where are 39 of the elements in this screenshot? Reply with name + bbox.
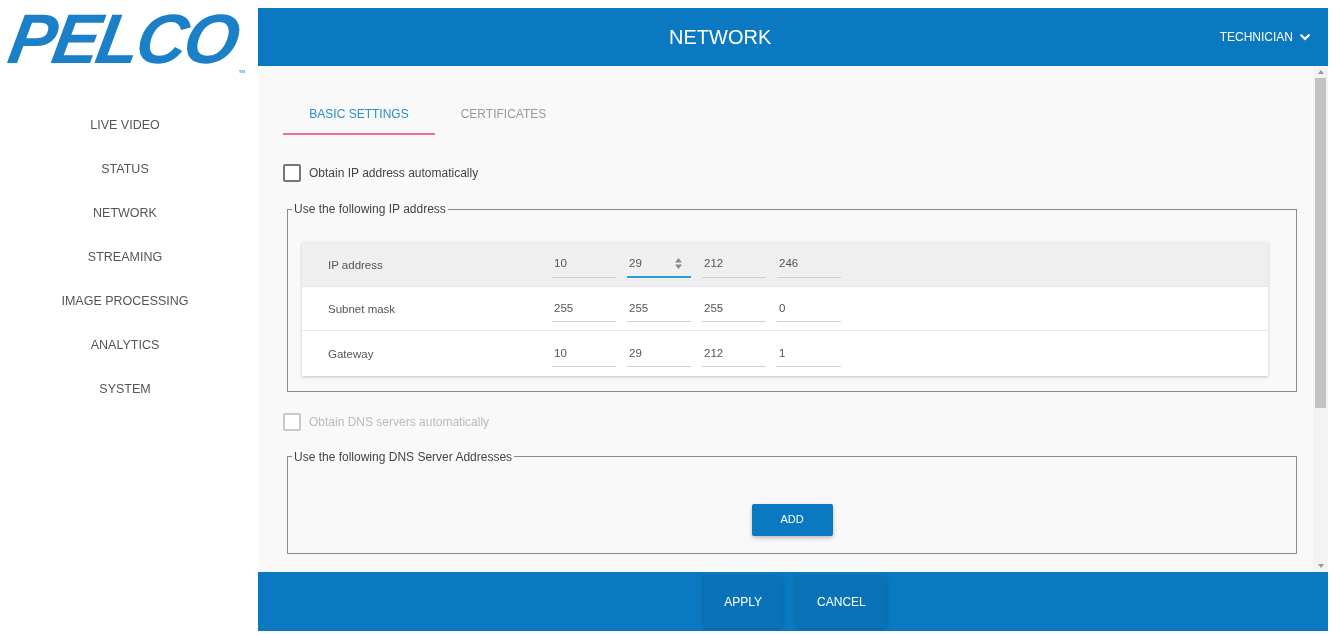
checkbox-label: Obtain IP address automatically <box>309 165 479 182</box>
scroll-down-icon[interactable] <box>1317 564 1324 568</box>
row-label: Subnet mask <box>328 303 396 316</box>
footer-button[interactable]: APPLY <box>704 575 783 628</box>
octet-field[interactable]: 10 <box>552 249 616 278</box>
group-legend: Use the following IP address <box>292 202 448 216</box>
octet-field[interactable]: 212 <box>702 249 766 278</box>
add-button[interactable]: ADD <box>751 503 833 536</box>
scroll-up-icon[interactable] <box>1317 70 1324 74</box>
sidebar-item[interactable]: ANALYTICS <box>90 323 160 367</box>
row-label: Gateway <box>328 348 374 361</box>
checkbox-label: Obtain DNS servers automatically <box>309 413 490 431</box>
octet-field[interactable]: 10 <box>552 339 616 368</box>
scrollbar-thumb[interactable] <box>1315 78 1326 408</box>
footer-button[interactable]: CANCEL <box>797 575 886 628</box>
octet-field[interactable]: 255 <box>552 294 616 323</box>
sidebar-item[interactable]: STREAMING <box>87 235 163 279</box>
checkbox[interactable] <box>283 164 301 182</box>
user-menu[interactable]: TECHNICIAN <box>1217 24 1312 50</box>
octet-field[interactable]: 246 <box>777 249 841 278</box>
chevron-down-icon <box>1300 33 1310 41</box>
row-label: IP address <box>328 258 383 271</box>
octet-field[interactable]: 255 <box>702 294 766 323</box>
sidebar-item[interactable]: IMAGE PROCESSING <box>61 279 189 323</box>
octet-field[interactable]: 212 <box>702 339 766 368</box>
sidebar-item[interactable]: LIVE VIDEO <box>90 103 160 147</box>
octet-field[interactable]: 255 <box>627 294 691 323</box>
page-title: NETWORK <box>669 25 772 50</box>
group-legend: Use the following DNS Server Addresses <box>292 449 515 464</box>
sidebar-item[interactable]: STATUS <box>101 147 149 191</box>
logo: PELCO <box>4 8 242 70</box>
tab[interactable]: BASIC SETTINGS <box>283 95 435 135</box>
scrollbar[interactable] <box>1313 66 1328 572</box>
spinner-arrows-icon <box>675 257 682 269</box>
sidebar-item[interactable]: SYSTEM <box>99 367 151 411</box>
sidebar-item[interactable]: NETWORK <box>93 191 157 235</box>
octet-field[interactable]: 1 <box>777 339 841 368</box>
octet-field[interactable]: 29 <box>627 339 691 368</box>
octet-field[interactable]: 0 <box>777 294 841 323</box>
